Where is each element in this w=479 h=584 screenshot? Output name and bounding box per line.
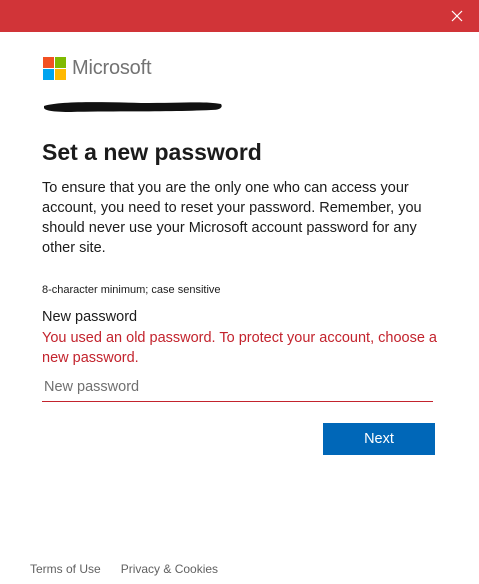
- microsoft-logo-icon: [43, 56, 66, 80]
- close-button[interactable]: [447, 6, 467, 26]
- title-bar: [0, 0, 479, 32]
- brand-name: Microsoft: [72, 56, 152, 79]
- privacy-cookies-link[interactable]: Privacy & Cookies: [121, 562, 218, 576]
- new-password-label: New password: [42, 309, 138, 325]
- footer: Terms of Use Privacy & Cookies: [30, 562, 218, 576]
- new-password-input[interactable]: [42, 372, 433, 402]
- error-message: You used an old password. To protect you…: [42, 330, 437, 366]
- close-icon: [451, 10, 463, 22]
- microsoft-logo: Microsoft: [43, 56, 152, 80]
- next-button[interactable]: Next: [323, 423, 435, 455]
- password-hint: 8-character minimum; case sensitive: [42, 284, 221, 296]
- page-title: Set a new password: [42, 139, 262, 165]
- redacted-account-identifier: [44, 102, 222, 112]
- terms-of-use-link[interactable]: Terms of Use: [30, 562, 101, 576]
- page-description: To ensure that you are the only one who …: [42, 180, 422, 256]
